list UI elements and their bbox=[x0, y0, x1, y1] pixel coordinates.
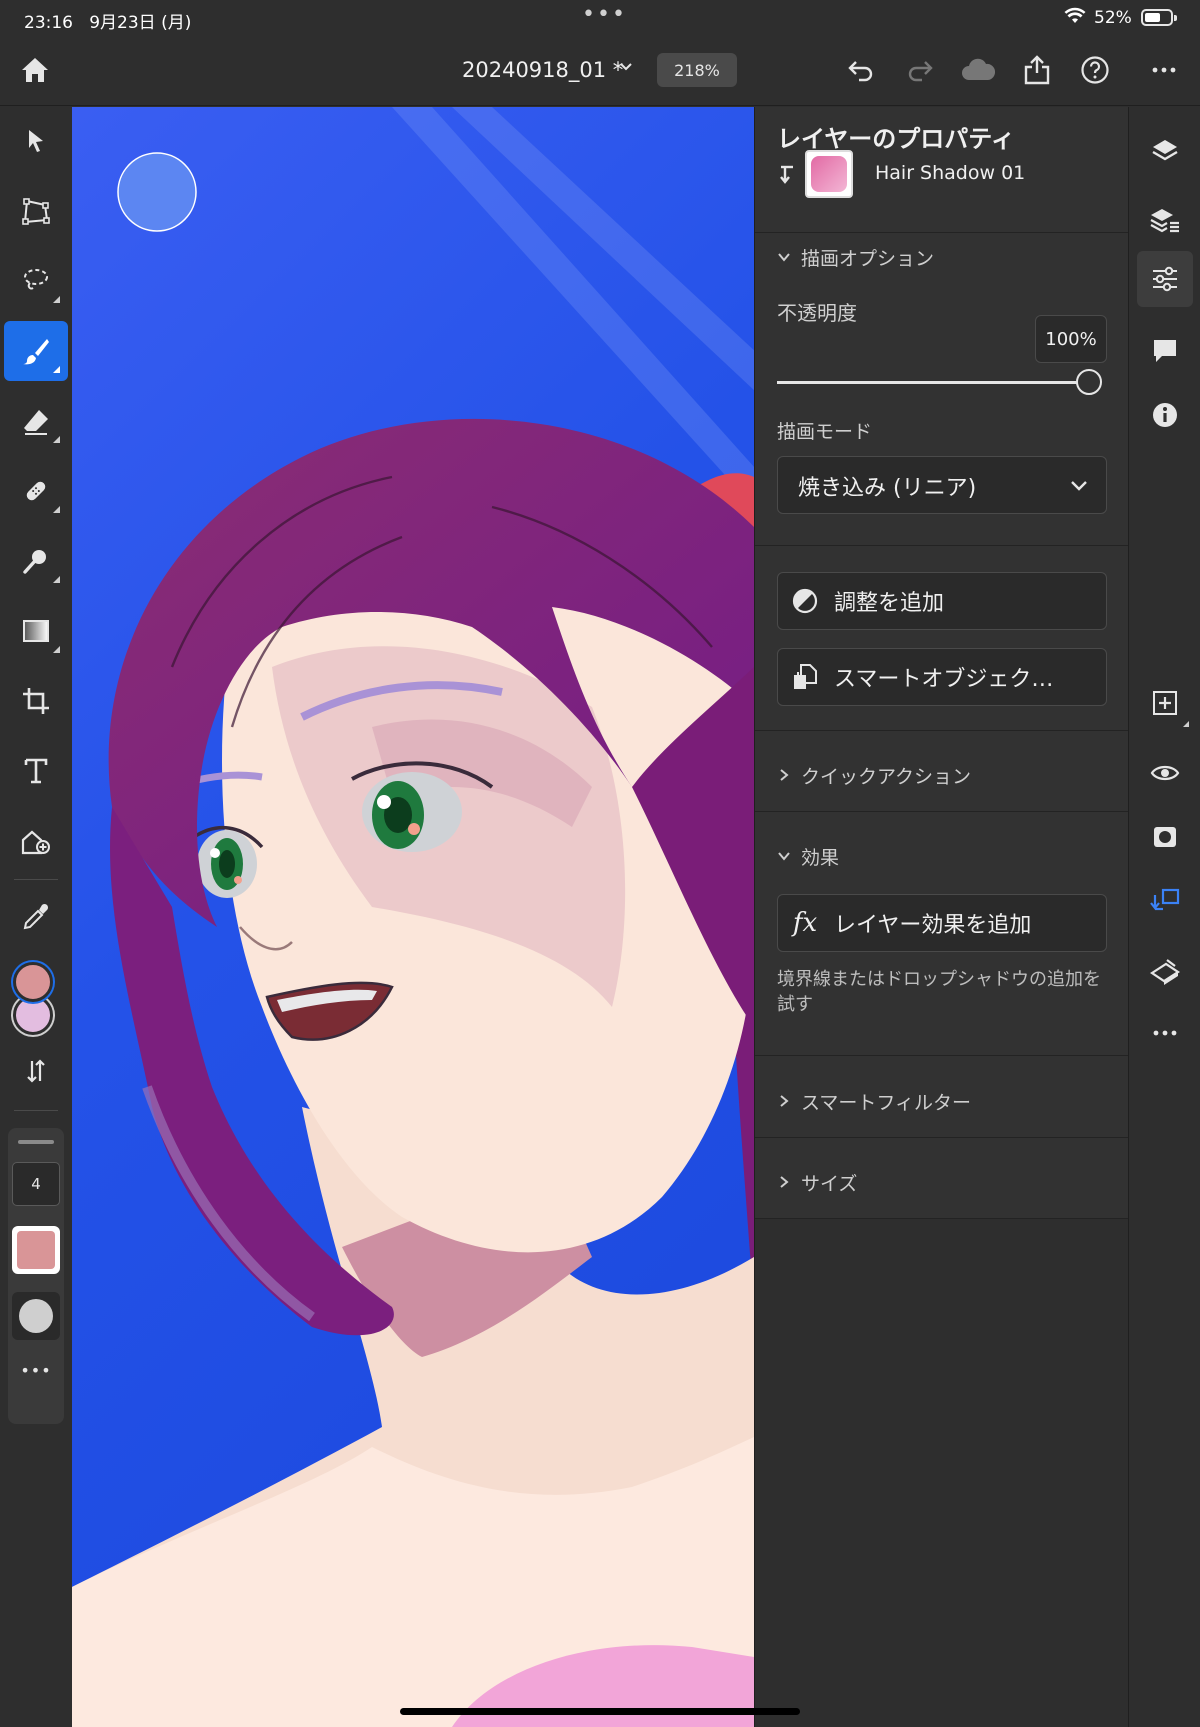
brush-settings-panel: 4 ••• bbox=[8, 1128, 64, 1424]
more-icon[interactable] bbox=[1137, 1005, 1193, 1061]
wifi-icon bbox=[1064, 7, 1086, 30]
section-label: サイズ bbox=[801, 1172, 858, 1195]
add-adjustment-label: 調整を追加 bbox=[834, 591, 945, 616]
chevron-right-icon bbox=[780, 1095, 789, 1107]
document-title[interactable]: 20240918_01 * bbox=[462, 58, 623, 82]
section-label: 効果 bbox=[801, 846, 840, 869]
add-layer-icon[interactable] bbox=[1137, 675, 1193, 731]
chevron-down-icon bbox=[778, 253, 790, 262]
brush-more-button[interactable]: ••• bbox=[8, 1350, 64, 1390]
section-label: スマートフィルター bbox=[801, 1091, 972, 1114]
section-draw-options[interactable]: 描画オプション bbox=[777, 235, 934, 279]
chevron-right-icon bbox=[780, 769, 789, 781]
healing-icon[interactable] bbox=[4, 461, 68, 521]
battery-percent: 52% bbox=[1094, 8, 1132, 28]
chevron-down-icon bbox=[1071, 481, 1087, 491]
smart-object-label: スマートオブジェク… bbox=[834, 667, 1054, 692]
place-image-icon[interactable] bbox=[4, 811, 68, 871]
canvas[interactable] bbox=[72, 107, 754, 1727]
section-size[interactable]: サイズ bbox=[777, 1160, 857, 1204]
redo-icon[interactable] bbox=[900, 50, 940, 90]
layer-name: Hair Shadow 01 bbox=[875, 162, 1026, 184]
opacity-slider-track[interactable] bbox=[777, 381, 1089, 384]
chevron-right-icon bbox=[780, 1176, 789, 1188]
brush-size-field[interactable]: 4 bbox=[12, 1162, 60, 1206]
clipping-arrow-icon bbox=[775, 163, 799, 187]
cloud-icon[interactable] bbox=[958, 50, 998, 90]
comments-icon[interactable] bbox=[1137, 323, 1193, 379]
eyedropper-icon[interactable] bbox=[4, 887, 68, 947]
artwork bbox=[72, 107, 754, 1727]
section-label: クイックアクション bbox=[801, 765, 972, 788]
foreground-color-swatch[interactable] bbox=[13, 962, 53, 1002]
blend-mode-value: 焼き込み (リニア) bbox=[798, 476, 977, 501]
smudge-icon[interactable] bbox=[4, 531, 68, 591]
add-layer-effect-label: レイヤー効果を追加 bbox=[834, 913, 1032, 938]
opacity-label: 不透明度 bbox=[777, 301, 857, 325]
chevron-down-icon[interactable] bbox=[618, 58, 634, 78]
brush-color-button[interactable] bbox=[12, 1226, 60, 1274]
visibility-icon[interactable] bbox=[1137, 745, 1193, 801]
status-bar: 23:16 9月23日 (月) ••• 52% bbox=[0, 0, 1200, 36]
share-icon[interactable] bbox=[1017, 50, 1057, 90]
panel-empty-area bbox=[755, 1219, 1129, 1727]
drag-handle[interactable] bbox=[18, 1140, 54, 1144]
gradient-icon[interactable] bbox=[4, 601, 68, 661]
multitasking-dots[interactable]: ••• bbox=[582, 2, 627, 27]
properties-icon[interactable] bbox=[1137, 251, 1193, 307]
chevron-down-icon bbox=[778, 852, 790, 861]
home-icon[interactable] bbox=[15, 50, 55, 90]
add-adjustment-button[interactable]: 調整を追加 bbox=[777, 572, 1107, 630]
brush-cursor bbox=[117, 152, 197, 232]
layer-properties-panel: レイヤーのプロパティ Hair Shadow 01 描画オプション 不透明度 1… bbox=[754, 107, 1129, 1727]
swap-colors-icon[interactable] bbox=[4, 1041, 68, 1101]
undo-icon[interactable] bbox=[841, 50, 881, 90]
section-quick-actions[interactable]: クイックアクション bbox=[777, 753, 971, 797]
brush-tip-button[interactable] bbox=[12, 1292, 60, 1340]
clipping-icon[interactable] bbox=[1137, 873, 1193, 929]
layer-stack-icon[interactable] bbox=[1137, 193, 1193, 249]
top-bar: 20240918_01 * 218% bbox=[0, 36, 1200, 106]
brush-icon[interactable] bbox=[4, 321, 68, 381]
fill-layer-icon[interactable] bbox=[1137, 943, 1193, 999]
info-icon[interactable] bbox=[1137, 387, 1193, 443]
smart-object-button[interactable]: スマートオブジェク… bbox=[777, 648, 1107, 706]
home-indicator[interactable] bbox=[400, 1708, 800, 1715]
eraser-icon[interactable] bbox=[4, 391, 68, 451]
status-time: 23:16 9月23日 (月) bbox=[24, 13, 192, 33]
select-icon[interactable] bbox=[4, 111, 68, 171]
add-layer-effect-button[interactable]: fx レイヤー効果を追加 bbox=[777, 894, 1107, 952]
effect-hint: 境界線またはドロップシャドウの追加を試す bbox=[777, 969, 1101, 1015]
blend-mode-dropdown[interactable]: 焼き込み (リニア) bbox=[777, 456, 1107, 514]
layers-icon[interactable] bbox=[1137, 123, 1193, 179]
section-smart-filters[interactable]: スマートフィルター bbox=[777, 1079, 971, 1123]
opacity-slider-thumb[interactable] bbox=[1076, 369, 1102, 395]
more-icon[interactable] bbox=[1144, 50, 1184, 90]
blend-mode-label: 描画モード bbox=[777, 421, 873, 443]
type-icon[interactable] bbox=[4, 741, 68, 801]
mask-icon[interactable] bbox=[1137, 809, 1193, 865]
section-label: 描画オプション bbox=[801, 247, 935, 270]
smart-object-icon bbox=[792, 664, 817, 689]
adjustment-icon bbox=[792, 588, 818, 614]
color-swatches[interactable] bbox=[13, 962, 55, 1035]
section-effects[interactable]: 効果 bbox=[777, 834, 839, 878]
opacity-field[interactable]: 100% bbox=[1035, 315, 1107, 363]
panel-title: レイヤーのプロパティ bbox=[777, 125, 1015, 153]
help-icon[interactable] bbox=[1075, 50, 1115, 90]
crop-icon[interactable] bbox=[4, 671, 68, 731]
transform-icon[interactable] bbox=[4, 181, 68, 241]
layer-thumbnail[interactable] bbox=[805, 150, 853, 198]
battery-icon bbox=[1141, 9, 1177, 26]
left-toolbar: 4 ••• bbox=[0, 107, 72, 1727]
fx-icon: fx bbox=[792, 908, 818, 938]
status-date: 9月23日 (月) bbox=[89, 13, 192, 33]
right-rail bbox=[1128, 107, 1200, 1727]
lasso-icon[interactable] bbox=[4, 251, 68, 311]
zoom-level[interactable]: 218% bbox=[657, 53, 737, 87]
